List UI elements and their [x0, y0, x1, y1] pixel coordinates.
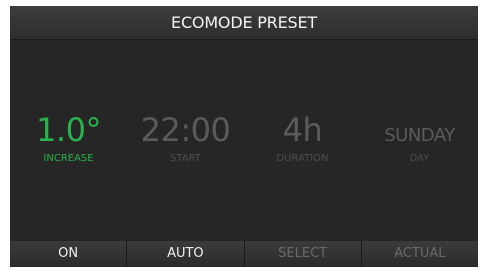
softkey-bar: ON AUTO SELECT ACTUAL	[10, 241, 478, 267]
increase-value: 1.0°	[36, 111, 101, 149]
start-label: START	[170, 153, 201, 164]
start-value: 22:00	[140, 111, 231, 149]
auto-button[interactable]: AUTO	[127, 241, 245, 267]
select-button[interactable]: SELECT	[244, 241, 362, 267]
thermostat-screen: ECOMODE PRESET 1.0° INCREASE 22:00 START…	[10, 6, 478, 267]
param-duration[interactable]: 4h DURATION	[244, 110, 361, 166]
parameter-area: 1.0° INCREASE 22:00 START 4h DURATION SU…	[10, 40, 478, 241]
param-day[interactable]: SUNDAY DAY	[361, 110, 478, 166]
param-start[interactable]: 22:00 START	[127, 110, 244, 166]
increase-label: INCREASE	[43, 153, 94, 164]
duration-label: DURATION	[276, 153, 329, 164]
screen-title: ECOMODE PRESET	[10, 6, 478, 40]
on-button[interactable]: ON	[10, 241, 128, 267]
duration-value: 4h	[282, 111, 323, 149]
day-value: SUNDAY	[384, 125, 455, 146]
actual-button[interactable]: ACTUAL	[361, 241, 478, 267]
day-label: DAY	[409, 153, 430, 164]
param-increase[interactable]: 1.0° INCREASE	[10, 110, 127, 166]
